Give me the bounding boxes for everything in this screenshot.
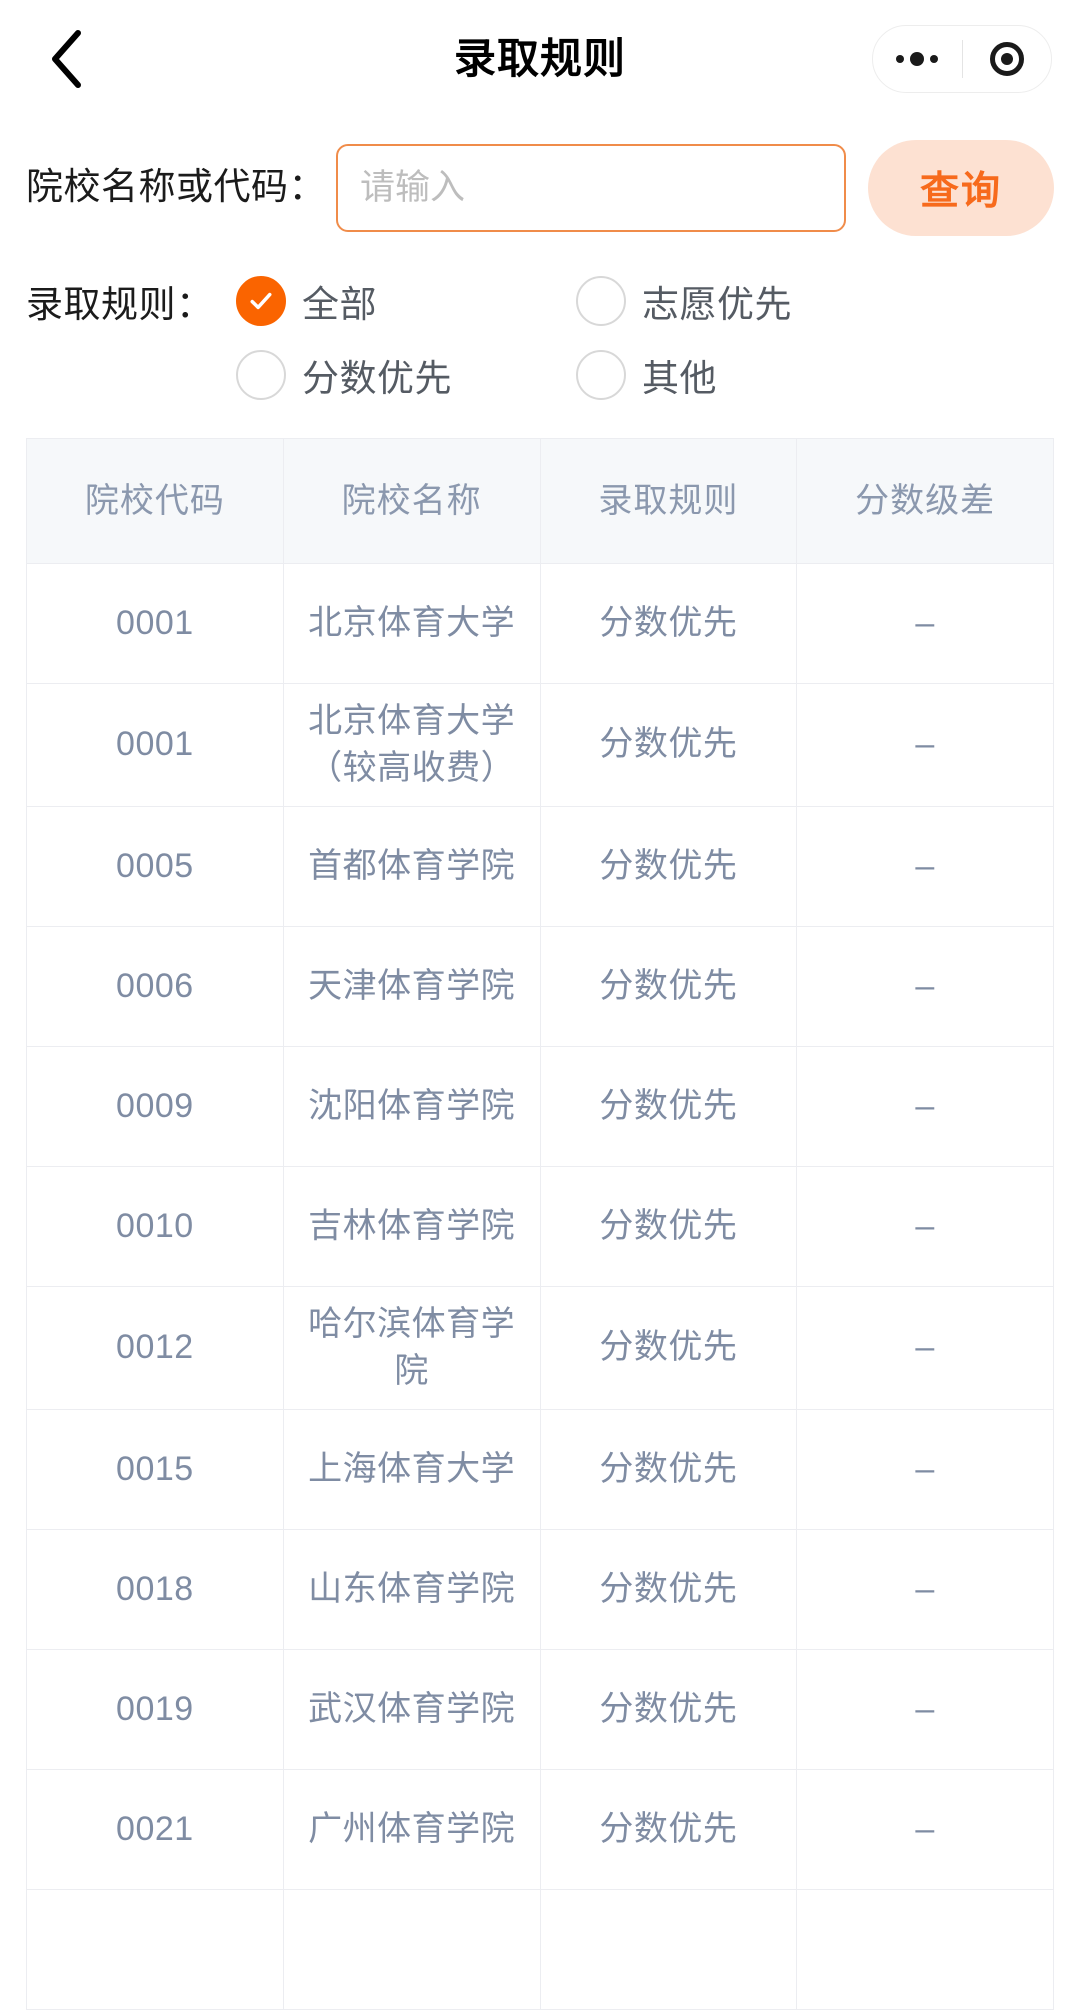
cell-school-name: 广州体育学院 [284, 1769, 541, 1889]
radio-unchecked-icon [236, 350, 286, 400]
cell-school-name: 山东体育学院 [284, 1529, 541, 1649]
cell-school-name: 上海体育大学 [284, 1409, 541, 1529]
table-header-row: 院校代码 院校名称 录取规则 分数级差 [27, 439, 1053, 564]
cell-score-gap [797, 1890, 1053, 2009]
cell-school-code: 0021 [27, 1769, 284, 1889]
cell-admission-rule: 分数优先 [541, 684, 798, 806]
cell-school-code: 0015 [27, 1409, 284, 1529]
table-row[interactable]: 0012 哈尔滨体育学院 分数优先 – [27, 1286, 1053, 1410]
cell-school-name: 吉林体育学院 [284, 1166, 541, 1286]
filter-row-2: 分数优先 其他 [26, 338, 1054, 412]
cell-school-code: 0018 [27, 1529, 284, 1649]
cell-score-gap: – [915, 966, 935, 1005]
radio-unchecked-icon [576, 276, 626, 326]
target-circle-icon [989, 42, 1024, 76]
cell-score-gap: – [915, 1086, 935, 1125]
cell-admission-rule: 分数优先 [541, 1769, 798, 1889]
search-label: 院校名称或代码： [26, 165, 326, 207]
table-row[interactable]: 0001 北京体育大学（较高收费） 分数优先 – [27, 684, 1053, 807]
table-row[interactable]: 0019 武汉体育学院 分数优先 – [27, 1649, 1053, 1770]
cell-score-gap: – [915, 1206, 935, 1245]
cell-school-name: 北京体育大学（较高收费） [284, 684, 541, 806]
table-row[interactable]: 0009 沈阳体育学院 分数优先 – [27, 1046, 1053, 1167]
more-menu-button[interactable] [873, 26, 962, 92]
rules-table: 院校代码 院校名称 录取规则 分数级差 0001 北京体育大学 分数优先 –0001 北… [26, 438, 1054, 2010]
column-header-rule: 录取规则 [541, 439, 798, 563]
cell-school-code: 0006 [27, 926, 284, 1046]
cell-score-gap: – [915, 846, 935, 885]
cell-school-name [284, 1889, 541, 2009]
cell-score-gap: – [915, 1569, 935, 1608]
cell-school-name: 北京体育大学 [284, 564, 541, 683]
cell-admission-rule: 分数优先 [541, 1286, 798, 1409]
cell-score-gap: – [915, 725, 935, 764]
cell-school-code: 0005 [27, 806, 284, 926]
cell-admission-rule: 分数优先 [541, 1166, 798, 1286]
wechat-capsule [872, 25, 1052, 93]
cell-admission-rule: 分数优先 [541, 564, 798, 683]
cell-admission-rule: 分数优先 [541, 1649, 798, 1769]
radio-checked-icon [236, 276, 286, 326]
cell-school-name: 武汉体育学院 [284, 1649, 541, 1769]
radio-label: 全部 [302, 284, 377, 325]
cell-admission-rule: 分数优先 [541, 806, 798, 926]
table-row[interactable]: 0005 首都体育学院 分数优先 – [27, 806, 1053, 927]
radio-option-score-first[interactable]: 分数优先 [236, 348, 576, 402]
recruit-rule-filter: 录取规则： 全部 志愿优先 分数优先 其他 [0, 236, 1080, 412]
radio-option-all[interactable]: 全部 [236, 274, 576, 328]
radio-label: 志愿优先 [642, 284, 792, 325]
radio-label: 分数优先 [302, 358, 452, 399]
radio-option-volunteer-first[interactable]: 志愿优先 [576, 274, 916, 328]
cell-admission-rule [541, 1889, 798, 2009]
filter-label: 录取规则： [26, 284, 214, 325]
cell-school-code [27, 1889, 284, 2009]
cell-school-name: 哈尔滨体育学院 [284, 1286, 541, 1409]
cell-admission-rule: 分数优先 [541, 1529, 798, 1649]
back-button[interactable] [30, 23, 102, 95]
cell-score-gap: – [915, 1809, 935, 1848]
cell-school-code: 0001 [27, 564, 284, 683]
column-header-name: 院校名称 [284, 439, 541, 563]
cell-score-gap: – [915, 1449, 935, 1488]
cell-school-code: 0001 [27, 684, 284, 806]
table-body: 0001 北京体育大学 分数优先 –0001 北京体育大学（较高收费） 分数优先 –0005… [27, 564, 1053, 2010]
radio-option-other[interactable]: 其他 [576, 348, 916, 402]
cell-admission-rule: 分数优先 [541, 926, 798, 1046]
table-row[interactable]: 0010 吉林体育学院 分数优先 – [27, 1166, 1053, 1287]
cell-school-code: 0010 [27, 1166, 284, 1286]
cell-score-gap: – [915, 604, 935, 643]
cell-school-name: 首都体育学院 [284, 806, 541, 926]
cell-admission-rule: 分数优先 [541, 1409, 798, 1529]
table-row[interactable]: 0001 北京体育大学 分数优先 – [27, 564, 1053, 684]
table-row[interactable]: 0018 山东体育学院 分数优先 – [27, 1529, 1053, 1650]
more-dots-icon [896, 52, 939, 66]
search-input[interactable] [336, 144, 846, 232]
cell-school-name: 沈阳体育学院 [284, 1046, 541, 1166]
table-row[interactable]: 0015 上海体育大学 分数优先 – [27, 1409, 1053, 1530]
table-row[interactable] [27, 1889, 1053, 2010]
cell-school-code: 0019 [27, 1649, 284, 1769]
cell-school-code: 0009 [27, 1046, 284, 1166]
cell-school-name: 天津体育学院 [284, 926, 541, 1046]
chevron-left-icon [47, 28, 85, 90]
radio-unchecked-icon [576, 350, 626, 400]
cell-score-gap: – [915, 1328, 935, 1367]
column-header-score-gap: 分数级差 [855, 481, 996, 520]
navbar: 录取规则 [0, 0, 1080, 118]
cell-score-gap: – [915, 1689, 935, 1728]
query-button[interactable]: 查询 [868, 140, 1054, 236]
radio-label: 其他 [642, 358, 717, 399]
table-row[interactable]: 0006 天津体育学院 分数优先 – [27, 926, 1053, 1047]
cell-school-code: 0012 [27, 1286, 284, 1409]
table-row[interactable]: 0021 广州体育学院 分数优先 – [27, 1769, 1053, 1890]
cell-admission-rule: 分数优先 [541, 1046, 798, 1166]
filter-row-1: 录取规则： 全部 志愿优先 [26, 264, 1054, 338]
close-miniprogram-button[interactable] [963, 26, 1052, 92]
search-row: 院校名称或代码： 查询 [0, 118, 1080, 236]
column-header-code: 院校代码 [27, 439, 284, 563]
